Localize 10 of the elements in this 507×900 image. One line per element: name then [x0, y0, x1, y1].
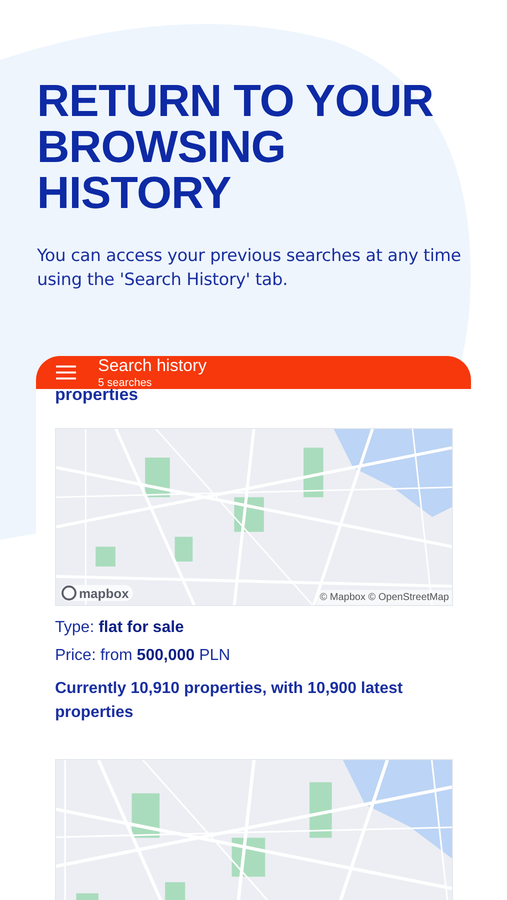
page-description: You can access your previous searches at any time using the 'Search History' tab. [37, 245, 462, 292]
menu-icon[interactable] [56, 365, 76, 380]
price-label: Price: from 500,000 PLN [55, 646, 232, 666]
type-label: Type: flat for sale [55, 618, 185, 638]
map-attribution: © Mapbox © OpenStreetMap [316, 590, 452, 605]
map-logo: mapbox [60, 585, 133, 601]
map[interactable]: mapbox © Mapbox © OpenStreetMap [55, 428, 453, 606]
page-heading: RETURN TO YOUR BROWSING HISTORY [37, 78, 434, 216]
search-summary: Currently 10,910 properties, with 10,900 latest properties [55, 679, 404, 723]
app-bar-title: Search history [98, 356, 207, 376]
